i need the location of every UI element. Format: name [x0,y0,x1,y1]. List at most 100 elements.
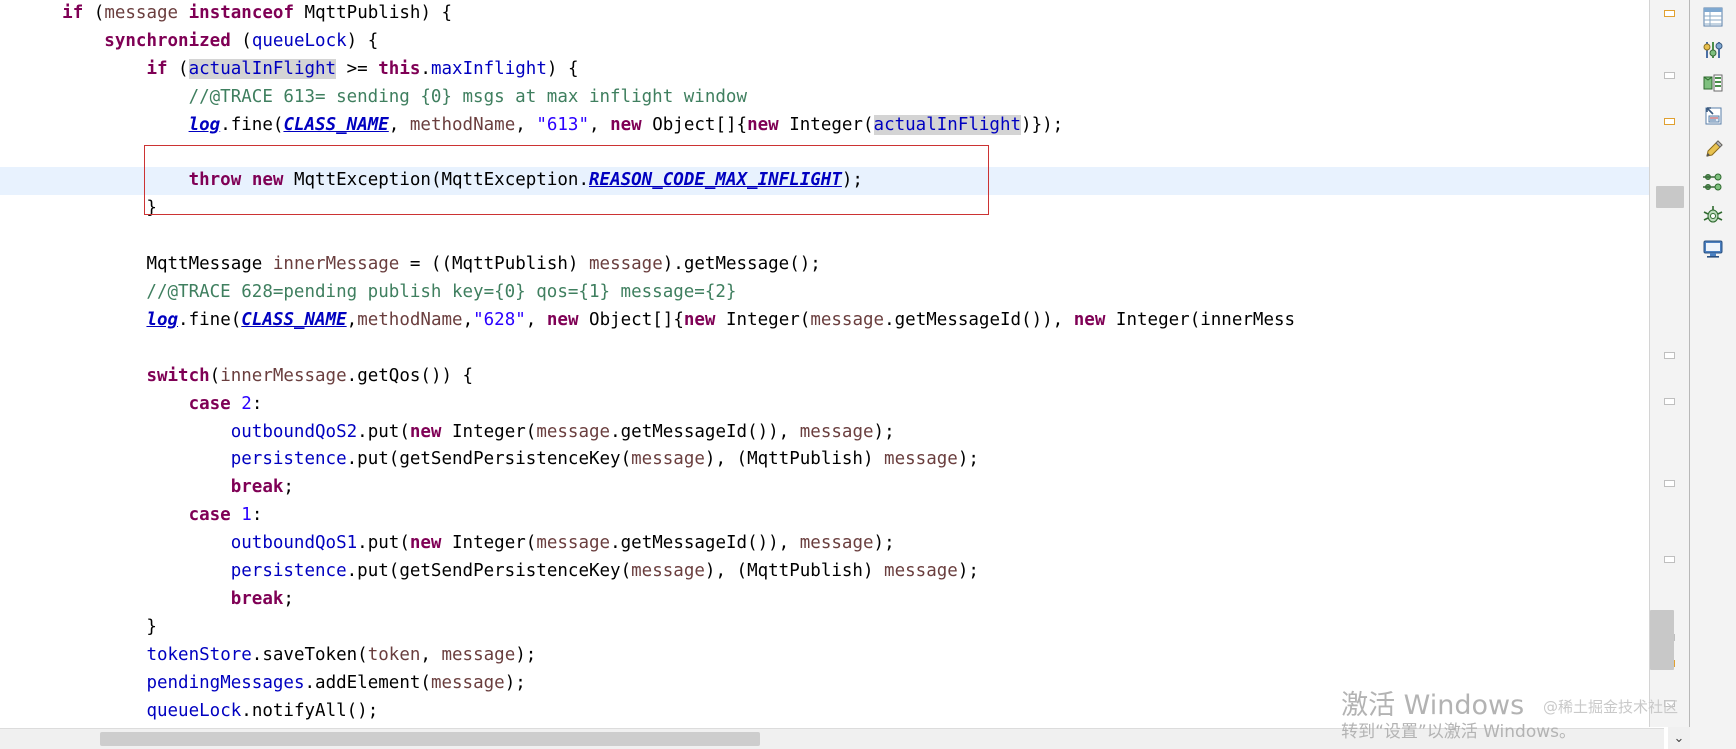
code-line[interactable]: queueLock.notifyAll(); [20,698,1664,726]
code-line[interactable]: //@TRACE 613= sending {0} msgs at max in… [20,84,1664,112]
scroll-down-arrow[interactable]: ⌄ [1668,727,1690,749]
code-line[interactable]: break; [20,474,1664,502]
identifier-token: getMessageId [620,533,748,554]
toolbar-button-debug-bug[interactable] [1690,198,1736,231]
parameter-token: message [631,561,705,581]
parameter-token: message [799,533,874,554]
parameter-token: message [536,533,611,554]
code-line[interactable]: if (message instanceof MqttPublish) { [20,0,1664,28]
ruler-marker[interactable] [1664,118,1675,125]
code-editor[interactable]: if (message instanceof MqttPublish) { sy… [0,0,1664,727]
ruler-marker[interactable] [1664,556,1675,563]
toolbar-button-highlighter-pen[interactable] [1690,132,1736,165]
number-token: 1 [241,505,252,526]
ruler-marker[interactable] [1664,700,1675,707]
field-token: tokenStore [146,644,252,665]
overview-ruler[interactable] [1649,0,1690,727]
identifier-token: getQos [357,365,421,386]
toolbar-button-database-sync[interactable] [1690,66,1736,99]
code-line[interactable]: } [20,195,1664,223]
identifier-token: getMessageId [894,309,1022,330]
toolbar-button-table-view[interactable] [1690,0,1736,33]
code-line[interactable]: outboundQoS1.put(new Integer(message.get… [20,530,1664,558]
code-line[interactable] [20,335,1664,363]
horizontal-scroll-thumb[interactable] [100,732,760,746]
identifier-token: MqttException [293,170,431,191]
code-line[interactable]: synchronized (queueLock) { [20,28,1664,56]
code-line[interactable]: outboundQoS2.put(new Integer(message.get… [20,419,1664,447]
keyword-token: switch [146,365,210,386]
field-token: actualInFlight [188,58,337,79]
identifier-token: getSendPersistenceKey [399,561,621,581]
field-token: queueLock [251,30,347,51]
keyword-token: new [1073,309,1106,330]
ruler-viewport-thumb[interactable] [1650,610,1674,670]
code-line[interactable]: //@TRACE 628=pending publish key={0} qos… [20,279,1664,307]
vertical-toolbar[interactable] [1689,0,1736,749]
console-monitor-icon [1702,237,1724,259]
identifier-token: put [367,421,400,442]
identifier-token: Integer [452,421,526,442]
ruler-marker[interactable] [1664,352,1675,359]
keyword-token: break [230,588,284,609]
field-token: CLASS_NAME [241,309,347,330]
identifier-token: getMessage [683,254,790,275]
identifier-token: Object [589,309,653,330]
code-line[interactable]: case 1: [20,502,1664,530]
keyword-token: new [610,114,642,135]
keyword-token: synchronized [104,30,231,51]
code-line[interactable]: if (actualInFlight >= this.maxInflight) … [20,56,1664,84]
code-line[interactable]: persistence.put(getSendPersistenceKey(me… [20,446,1664,474]
toolbar-button-console-monitor[interactable] [1690,231,1736,264]
ruler-marker[interactable] [1664,398,1675,405]
code-line[interactable]: case 2: [20,391,1664,419]
ruler-scroll-thumb[interactable] [1656,186,1684,208]
highlighter-pen-icon [1702,138,1724,160]
field-token: pendingMessages [146,672,305,693]
code-line[interactable]: persistence.put(getSendPersistenceKey(me… [20,558,1664,586]
code-line[interactable] [20,223,1664,251]
keyword-token: case [188,393,231,414]
code-line[interactable] [20,140,1664,168]
code-line[interactable]: switch(innerMessage.getQos()) { [20,363,1664,391]
field-token: actualInFlight [873,114,1022,135]
code-line[interactable]: pendingMessages.addElement(message); [20,670,1664,698]
code-line[interactable]: } [20,725,1664,727]
keyword-token: new [747,114,779,135]
code-line[interactable]: throw new MqttException(MqttException.RE… [20,167,1664,195]
code-line[interactable]: log.fine(CLASS_NAME, methodName, "613", … [20,112,1664,140]
code-line[interactable]: break; [20,586,1664,614]
identifier-token: put [357,449,389,470]
code-line[interactable]: tokenStore.saveToken(token, message); [20,642,1664,670]
identifier-token: Object [652,114,716,135]
ruler-marker[interactable] [1664,10,1675,17]
parameter-token: message [536,421,611,442]
parameter-token: message [104,3,179,23]
code-line[interactable]: log.fine(CLASS_NAME,methodName,"628", ne… [20,307,1664,335]
parameter-token: message [631,449,705,470]
field-token: queueLock [146,700,242,721]
keyword-token: this [378,58,421,79]
parameter-token: token [367,644,421,665]
number-token: 2 [241,393,252,414]
code-line[interactable]: MqttMessage innerMessage = ((MqttPublish… [20,251,1664,279]
snippets-icon [1702,105,1724,127]
identifier-token: put [367,533,400,554]
identifier-token: Integer [1115,309,1190,330]
string-token: "628" [473,309,526,330]
ruler-marker[interactable] [1664,480,1675,487]
toolbar-button-filter-settings[interactable] [1690,33,1736,66]
identifier-token: Integer [789,114,863,135]
identifier-token: getSendPersistenceKey [399,449,621,470]
code-line[interactable]: } [20,614,1664,642]
parameter-token: message [810,309,885,330]
string-token: "613" [536,114,589,135]
identifier-token: notifyAll [251,700,347,721]
identifier-token: Integer [726,309,800,330]
horizontal-scrollbar[interactable] [0,728,1664,749]
parameter-token: message [430,672,505,693]
identifier-token: addElement [315,672,421,693]
ruler-marker[interactable] [1664,72,1675,79]
toolbar-button-hierarchy-nodes[interactable] [1690,165,1736,198]
toolbar-button-snippets[interactable] [1690,99,1736,132]
